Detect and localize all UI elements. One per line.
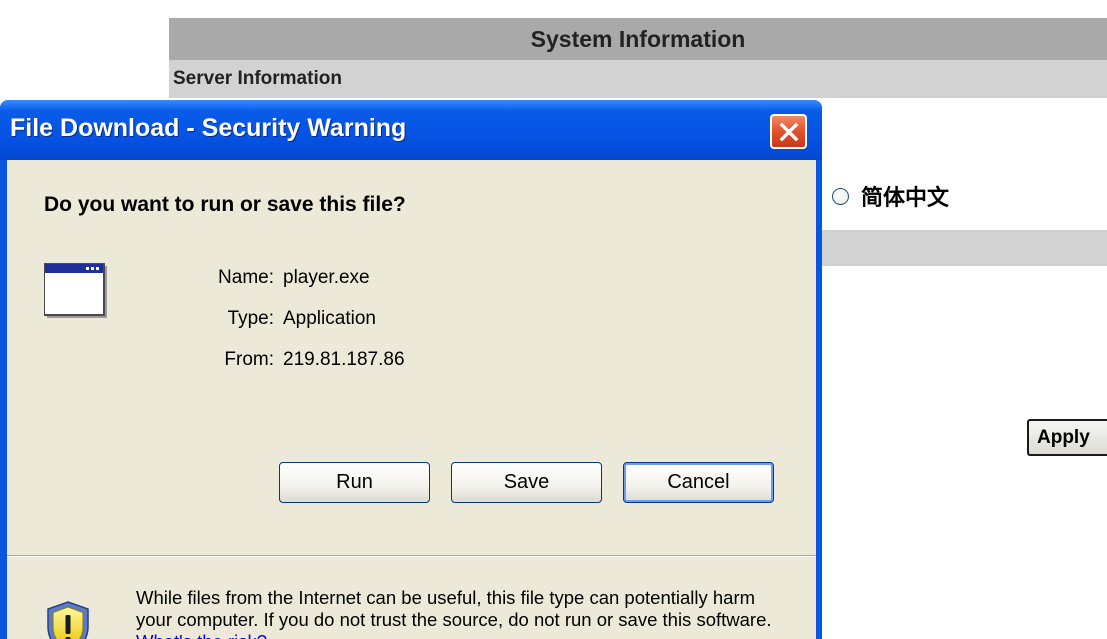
close-icon <box>779 122 799 142</box>
name-label: Name: <box>218 266 274 288</box>
type-label: Type: <box>227 307 274 329</box>
dialog-titlebar[interactable]: File Download - Security Warning <box>0 100 822 160</box>
language-radio-button[interactable] <box>832 187 849 205</box>
save-button[interactable]: Save <box>451 462 602 503</box>
warning-text: While files from the Internet can be use… <box>136 587 772 630</box>
file-download-dialog: File Download - Security Warning Do you … <box>0 100 822 639</box>
dialog-divider <box>7 555 816 557</box>
security-shield-icon <box>47 601 89 639</box>
dialog-title: File Download - Security Warning <box>10 114 407 142</box>
file-source-value: 219.81.187.86 <box>283 348 405 370</box>
system-information-title: System Information <box>530 25 746 52</box>
server-information-title: Server Information <box>173 68 342 89</box>
close-button[interactable] <box>770 114 807 149</box>
from-label: From: <box>224 348 274 370</box>
run-button[interactable]: Run <box>279 462 430 503</box>
file-type-value: Application <box>283 307 376 329</box>
cancel-button[interactable]: Cancel <box>623 462 774 503</box>
file-info-values: player.exe Application 219.81.187.86 <box>283 257 405 380</box>
screen: System Information Server Information 简体… <box>0 0 1107 639</box>
apply-button[interactable]: Apply <box>1027 419 1107 456</box>
language-option-simplified-chinese[interactable]: 简体中文 <box>832 178 949 214</box>
server-information-bar: Server Information <box>169 60 1107 98</box>
language-option-label: 简体中文 <box>861 186 950 211</box>
system-information-header: System Information <box>169 18 1107 60</box>
dialog-question: Do you want to run or save this file? <box>44 193 406 216</box>
file-info-labels: Name: Type: From: <box>152 257 274 380</box>
application-window-icon <box>44 263 107 318</box>
file-name-value: player.exe <box>283 266 370 288</box>
security-warning-message: While files from the Internet can be use… <box>136 587 796 639</box>
dialog-body: Do you want to run or save this file? Na… <box>7 160 816 639</box>
whats-the-risk-link[interactable]: What's the risk? <box>136 631 267 639</box>
page-section-bar <box>815 230 1107 266</box>
